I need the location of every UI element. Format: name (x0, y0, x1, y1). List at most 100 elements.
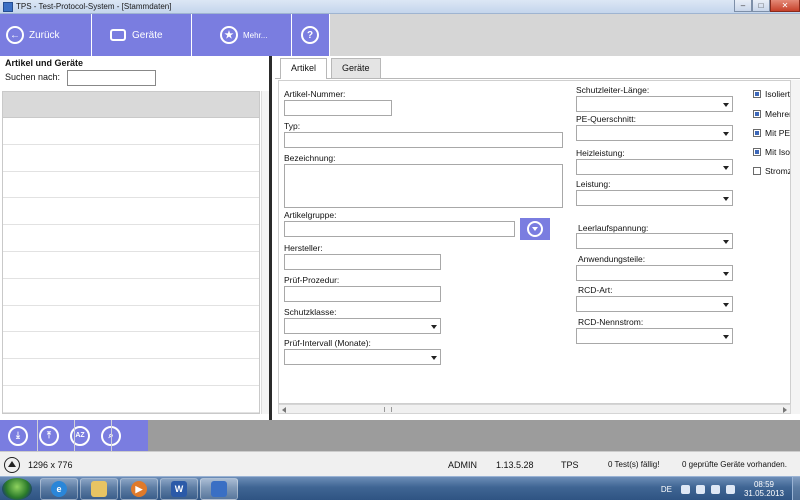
mit-iso-checkbox[interactable] (753, 148, 761, 156)
list-item[interactable] (3, 225, 259, 252)
back-label: Zurück (29, 29, 60, 41)
search-label: Suchen nach: (5, 72, 61, 82)
list-item[interactable] (3, 306, 259, 333)
scroll-right-icon[interactable] (783, 407, 787, 413)
artikelgruppe-field[interactable] (284, 221, 515, 237)
close-button[interactable]: ✕ (770, 0, 800, 12)
status-bar: 1296 x 776 ADMIN 1.13.5.28 TPS 0 Test(s)… (0, 451, 800, 476)
tab-strip: Artikel Geräte (275, 56, 800, 79)
list-item[interactable] (3, 145, 259, 172)
heizleistung-select[interactable] (576, 159, 733, 175)
isolierte-checkbox[interactable] (753, 90, 761, 98)
devices-button[interactable]: Geräte (92, 14, 192, 56)
pruef-intervall-label: Prüf-Intervall (Monate): (284, 338, 371, 348)
main-toolbar: ← Zurück Geräte ★ Mehr... ? (0, 14, 800, 56)
isolierte-label: Isolierte (765, 89, 791, 99)
artikelgruppe-dropdown-button[interactable] (520, 218, 550, 240)
list-item[interactable] (3, 279, 259, 306)
clock-time: 08:59 (753, 480, 774, 489)
anwendungsteile-select[interactable] (576, 265, 733, 281)
form-horizontal-scrollbar[interactable] (278, 404, 791, 414)
typ-field[interactable] (284, 132, 563, 148)
artikel-nummer-label: Artikel-Nummer: (284, 89, 346, 99)
list-item[interactable] (3, 386, 259, 413)
os-taskbar: e ▶ W DE 08:59 31.05.2013 (0, 476, 800, 500)
window-title: TPS - Test-Protocol-System - [Stammdaten… (16, 2, 172, 11)
resolution-text: 1296 x 776 (28, 460, 73, 470)
volume-icon[interactable] (725, 484, 735, 494)
form-vertical-scrollbar[interactable] (791, 80, 800, 414)
rcd-nennstrom-label: RCD-Nennstrom: (578, 317, 644, 327)
article-list[interactable] (2, 91, 260, 414)
language-indicator[interactable]: DE (661, 485, 672, 494)
more-label: Mehr... (243, 30, 268, 40)
list-scrollbar[interactable] (261, 91, 269, 414)
tray-icon[interactable] (680, 484, 690, 494)
search-input[interactable] (67, 70, 156, 86)
mit-pe-checkbox[interactable] (753, 129, 761, 137)
scroll-left-icon[interactable] (282, 407, 286, 413)
artikel-nummer-field[interactable] (284, 100, 392, 116)
pruef-prozedur-field[interactable] (284, 286, 441, 302)
hersteller-label: Hersteller: (284, 243, 323, 253)
sort-az-icon[interactable]: AZ (70, 425, 90, 446)
maximize-button[interactable]: □ (752, 0, 770, 12)
article-form: Artikel-Nummer: Typ: Bezeichnung: Artike… (278, 80, 791, 404)
arrow-left-icon: ← (6, 26, 24, 44)
flag-icon[interactable] (695, 484, 705, 494)
folder-icon (91, 481, 107, 497)
hersteller-field[interactable] (284, 254, 441, 270)
leerlaufspannung-select[interactable] (576, 233, 733, 249)
eject-icon[interactable] (4, 457, 20, 473)
taskbar-word[interactable]: W (160, 478, 198, 500)
mit-pe-label: Mit PE- (765, 128, 791, 138)
list-item[interactable] (3, 172, 259, 199)
network-icon[interactable] (710, 484, 720, 494)
list-item[interactable] (3, 332, 259, 360)
show-desktop-button[interactable] (792, 477, 800, 500)
mit-iso-label: Mit Iso- (765, 147, 791, 157)
taskbar-tps[interactable] (200, 478, 238, 500)
bezeichnung-field[interactable] (284, 164, 563, 208)
minimize-button[interactable]: – (734, 0, 752, 12)
start-button[interactable] (2, 478, 32, 500)
more-button[interactable]: ★ Mehr... (192, 14, 292, 56)
play-icon: ▶ (131, 481, 147, 497)
bezeichnung-label: Bezeichnung: (284, 153, 336, 163)
help-button[interactable]: ? (292, 14, 330, 56)
tab-geraete[interactable]: Geräte (331, 58, 381, 78)
leerlaufspannung-label: Leerlaufspannung: (578, 223, 649, 233)
app-text: TPS (561, 460, 579, 470)
scroll-thumb[interactable] (384, 407, 392, 412)
article-list-panel: Artikel und Geräte Suchen nach: (0, 56, 272, 420)
schutzleiter-laenge-select[interactable] (576, 96, 733, 112)
taskbar-browser[interactable]: e (40, 478, 78, 500)
rcd-art-select[interactable] (576, 296, 733, 312)
clock[interactable]: 08:59 31.05.2013 (744, 480, 784, 498)
pruef-prozedur-label: Prüf-Prozedur: (284, 275, 340, 285)
stromzange-checkbox[interactable] (753, 167, 761, 175)
schutzklasse-select[interactable] (284, 318, 441, 334)
list-item[interactable] (3, 118, 259, 145)
pruef-intervall-select[interactable] (284, 349, 441, 365)
list-item[interactable] (3, 359, 259, 386)
pe-querschnitt-select[interactable] (576, 125, 733, 141)
leistung-select[interactable] (576, 190, 733, 206)
list-item[interactable] (3, 198, 259, 226)
panel-heading: Artikel und Geräte (5, 58, 84, 68)
chevron-down-icon (527, 221, 543, 237)
bottom-toolbar: ⤓ ⤒ AZ ⌕ (0, 420, 800, 451)
back-button[interactable]: ← Zurück (0, 14, 92, 56)
mehrere-checkbox[interactable] (753, 110, 761, 118)
device-icon (110, 29, 126, 41)
devices-label: Geräte (132, 29, 163, 41)
rcd-nennstrom-select[interactable] (576, 328, 733, 344)
list-item[interactable] (3, 252, 259, 279)
taskbar-media[interactable]: ▶ (120, 478, 158, 500)
schutzleiter-laenge-label: Schutzleiter-Länge: (576, 85, 650, 95)
upload-icon[interactable]: ⤒ (39, 425, 59, 446)
taskbar-explorer[interactable] (80, 478, 118, 500)
version-text: 1.13.5.28 (496, 460, 534, 470)
tab-artikel[interactable]: Artikel (280, 58, 328, 79)
download-icon[interactable]: ⤓ (8, 425, 28, 446)
